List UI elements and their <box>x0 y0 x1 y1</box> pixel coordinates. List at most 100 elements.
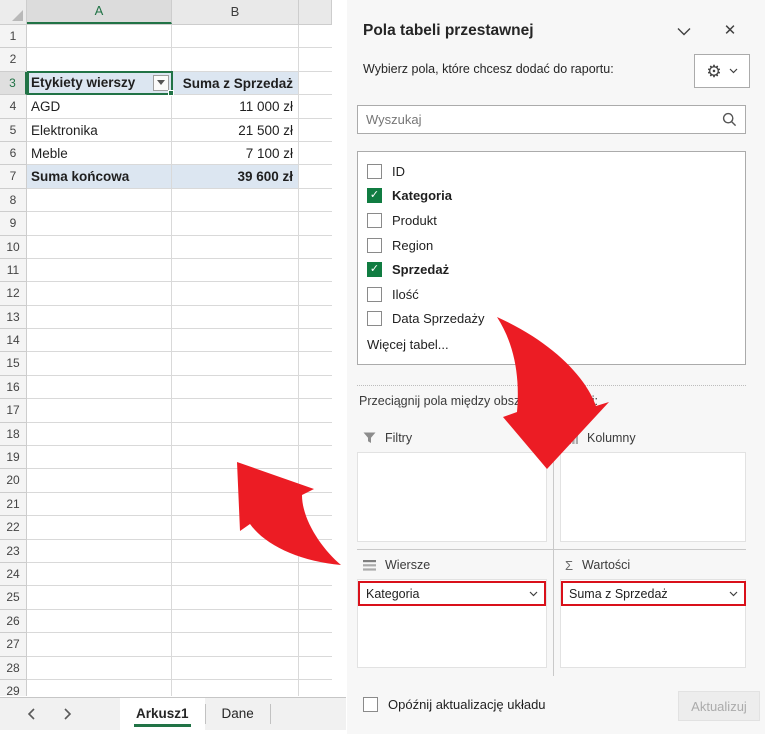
cell-C23[interactable] <box>299 540 332 563</box>
row-header-16[interactable]: 16 <box>0 375 27 400</box>
cell-A1[interactable] <box>27 25 172 49</box>
cell-A15[interactable] <box>27 352 172 376</box>
cell-C24[interactable] <box>299 563 332 587</box>
row-header-25[interactable]: 25 <box>0 586 27 610</box>
row-header-12[interactable]: 12 <box>0 282 27 306</box>
filters-drop-area[interactable] <box>357 452 547 542</box>
row-header-20[interactable]: 20 <box>0 469 27 493</box>
sheet-tab-dane[interactable]: Dane <box>206 698 270 730</box>
row-header-15[interactable]: 15 <box>0 352 27 376</box>
field-item-kategoria[interactable]: ✓ Kategoria <box>367 184 745 209</box>
cell-C14[interactable] <box>299 329 332 353</box>
cell-B9[interactable] <box>172 212 299 236</box>
row-header-22[interactable]: 22 <box>0 516 27 540</box>
cell-A28[interactable] <box>27 656 172 680</box>
row-header-29[interactable]: 29 <box>0 679 27 696</box>
cell-A11[interactable] <box>27 258 172 283</box>
chevron-down-icon[interactable] <box>529 591 538 597</box>
cell-C11[interactable] <box>299 259 332 283</box>
pane-collapse-button[interactable] <box>669 20 699 42</box>
cell-B12[interactable] <box>172 282 299 306</box>
cell-C25[interactable] <box>299 586 332 610</box>
cell-C19[interactable] <box>299 446 332 470</box>
next-sheet-button[interactable] <box>56 703 78 725</box>
field-item-ilość[interactable]: Ilość <box>367 282 745 307</box>
row-header-10[interactable]: 10 <box>0 235 27 259</box>
row-labels-filter-button[interactable] <box>153 74 169 91</box>
cell-C5[interactable] <box>299 119 332 142</box>
search-input[interactable] <box>358 112 722 127</box>
rows-field-chip[interactable]: Kategoria <box>358 581 546 606</box>
row-header-19[interactable]: 19 <box>0 446 27 470</box>
row-header-14[interactable]: 14 <box>0 329 27 353</box>
row-header-8[interactable]: 8 <box>0 188 27 213</box>
cell-C12[interactable] <box>299 282 332 306</box>
cell-C1[interactable] <box>299 25 332 49</box>
cell-C16[interactable] <box>299 376 332 400</box>
cell-A27[interactable] <box>27 633 172 657</box>
cell-A20[interactable] <box>27 469 172 493</box>
cell-B29[interactable] <box>172 679 299 696</box>
columns-drop-area[interactable] <box>560 452 746 542</box>
cell-B21[interactable] <box>172 492 299 517</box>
update-button[interactable]: Aktualizuj <box>678 691 760 721</box>
row-header-11[interactable]: 11 <box>0 258 27 283</box>
row-header-23[interactable]: 23 <box>0 539 27 563</box>
cell-A3[interactable]: Etykiety wierszy <box>27 71 172 96</box>
cell-B19[interactable] <box>172 446 299 470</box>
row-header-3[interactable]: 3 <box>0 71 27 96</box>
field-item-produkt[interactable]: Produkt <box>367 208 745 233</box>
row-header-1[interactable]: 1 <box>0 25 27 49</box>
row-header-27[interactable]: 27 <box>0 633 27 657</box>
cell-A23[interactable] <box>27 539 172 563</box>
cell-B4[interactable]: 11 000 zł <box>172 95 299 119</box>
cell-B27[interactable] <box>172 633 299 657</box>
cell-B5[interactable]: 21 500 zł <box>172 118 299 142</box>
cell-B25[interactable] <box>172 586 299 610</box>
cell-C18[interactable] <box>299 423 332 447</box>
cell-C26[interactable] <box>299 610 332 634</box>
cell-C13[interactable] <box>299 306 332 330</box>
field-item-data-sprzedaży[interactable]: Data Sprzedaży <box>367 307 745 332</box>
row-header-17[interactable]: 17 <box>0 399 27 423</box>
row-header-28[interactable]: 28 <box>0 656 27 680</box>
row-header-26[interactable]: 26 <box>0 609 27 634</box>
cell-B17[interactable] <box>172 399 299 423</box>
row-header-24[interactable]: 24 <box>0 562 27 587</box>
cell-B11[interactable] <box>172 258 299 283</box>
cell-C27[interactable] <box>299 633 332 657</box>
cell-C7[interactable] <box>299 165 332 189</box>
cell-A13[interactable] <box>27 305 172 330</box>
cell-C15[interactable] <box>299 352 332 376</box>
chevron-down-icon[interactable] <box>729 591 738 597</box>
cell-B14[interactable] <box>172 329 299 353</box>
cell-B6[interactable]: 7 100 zł <box>172 141 299 166</box>
field-item-id[interactable]: ID <box>367 159 745 184</box>
cell-B13[interactable] <box>172 305 299 330</box>
cell-C28[interactable] <box>299 657 332 680</box>
pane-close-button[interactable]: ✕ <box>715 18 745 42</box>
cell-A9[interactable] <box>27 212 172 236</box>
cell-B10[interactable] <box>172 235 299 259</box>
values-field-chip[interactable]: Suma z Sprzedaż <box>561 581 746 606</box>
cell-C20[interactable] <box>299 469 332 493</box>
cell-A22[interactable] <box>27 516 172 540</box>
tools-button[interactable]: ⚙ <box>694 54 750 88</box>
column-header-b[interactable]: B <box>172 0 299 24</box>
sheet-tab-arkusz1[interactable]: Arkusz1 <box>120 698 205 730</box>
cell-C8[interactable] <box>299 189 332 213</box>
row-header-13[interactable]: 13 <box>0 305 27 330</box>
cell-A17[interactable] <box>27 399 172 423</box>
prev-sheet-button[interactable] <box>20 703 42 725</box>
cell-C3[interactable] <box>299 72 332 96</box>
field-item-sprzedaż[interactable]: ✓ Sprzedaż <box>367 257 745 282</box>
cell-B20[interactable] <box>172 469 299 493</box>
cell-A6[interactable]: Meble <box>27 141 172 166</box>
field-checkbox[interactable]: ✓ <box>367 188 382 204</box>
cell-C10[interactable] <box>299 236 332 259</box>
cell-A21[interactable] <box>27 492 172 517</box>
column-header-a[interactable]: A <box>27 0 172 24</box>
cell-C22[interactable] <box>299 516 332 540</box>
cell-C9[interactable] <box>299 212 332 236</box>
cell-A18[interactable] <box>27 422 172 447</box>
